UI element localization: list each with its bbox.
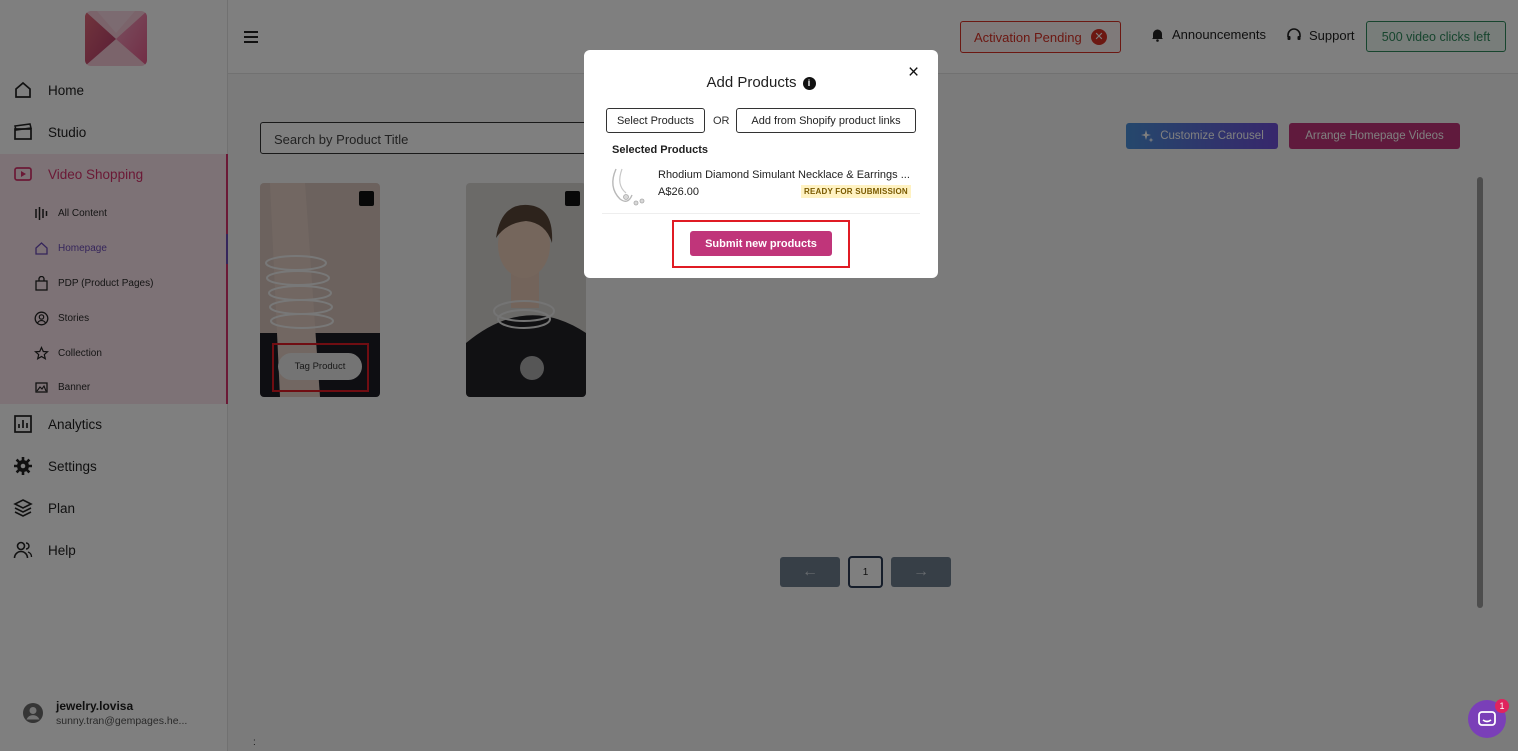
- product-name: Rhodium Diamond Simulant Necklace & Earr…: [658, 169, 910, 181]
- add-shopify-links-button[interactable]: Add from Shopify product links: [736, 108, 916, 133]
- modal-title: Add Products i: [584, 74, 938, 91]
- chat-badge: 1: [1495, 699, 1509, 713]
- selected-product-row: Rhodium Diamond Simulant Necklace & Earr…: [602, 162, 920, 214]
- modal-title-text: Add Products: [706, 74, 797, 91]
- highlight-submit: [672, 220, 850, 268]
- selected-products-heading: Selected Products: [612, 144, 708, 156]
- chat-icon: [1478, 711, 1496, 726]
- status-badge: READY FOR SUBMISSION: [801, 185, 911, 198]
- chat-launcher[interactable]: 1: [1468, 699, 1509, 738]
- product-thumbnail: [602, 165, 650, 211]
- product-price: A$26.00: [658, 186, 699, 198]
- close-icon[interactable]: ×: [908, 62, 919, 84]
- info-icon[interactable]: i: [802, 77, 816, 90]
- select-products-button[interactable]: Select Products: [606, 108, 705, 133]
- or-separator: OR: [713, 115, 730, 127]
